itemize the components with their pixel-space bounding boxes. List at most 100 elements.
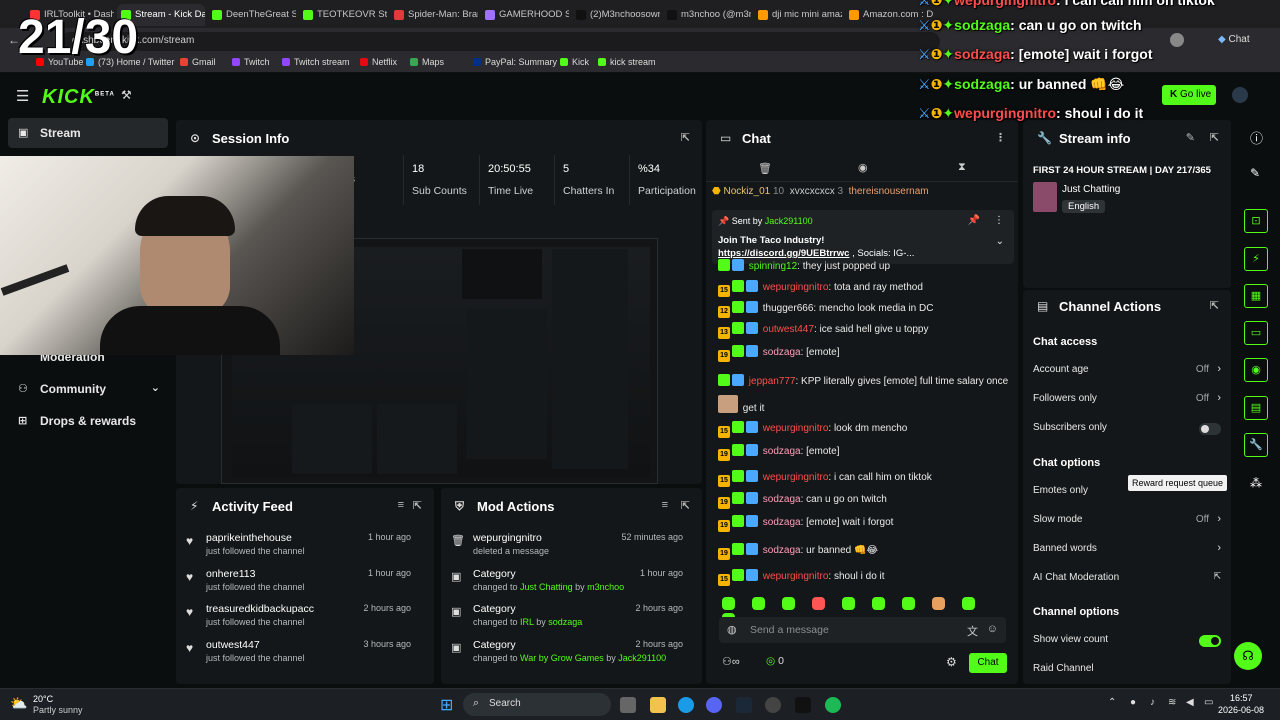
activity-item[interactable]: ♥ treasuredkidbackupacc just followed the … <box>176 603 421 639</box>
chat-message[interactable]: 15 wepurgingnitro: shoul i do it <box>718 569 1008 587</box>
chat-username[interactable]: sodzaga <box>763 545 801 556</box>
chat-message[interactable]: get it <box>718 395 1008 414</box>
taskbar-search[interactable]: ⌕ Search <box>463 693 611 716</box>
bookmark-item[interactable]: Maps <box>410 57 444 67</box>
reward-queue-icon[interactable]: ⁂ <box>1250 476 1262 490</box>
mod-action-user[interactable]: sodzaga <box>548 617 582 627</box>
chat-message[interactable]: 19 sodzaga: ur banned 👊😂 <box>718 543 1008 561</box>
menu-icon[interactable]: ☰ <box>16 87 29 105</box>
camera-icon[interactable]: ⊡ <box>1244 209 1268 233</box>
popout-icon[interactable]: ⇱ <box>1210 299 1219 312</box>
unpin-icon[interactable]: 📌 <box>968 215 980 226</box>
browser-tab[interactable]: GAMERHOOD S <box>481 4 569 26</box>
chat-users-icon[interactable]: ⚇∞ <box>722 655 740 668</box>
edit-pen-icon[interactable]: ✎ <box>1250 166 1260 180</box>
activity-user[interactable]: onhere113 <box>206 568 255 580</box>
broadcast-icon[interactable]: ◉ <box>1244 358 1268 382</box>
mod-action-item[interactable]: ▣ Category changed to War by Grow Games by… <box>441 639 693 675</box>
chat-input[interactable]: ◍ Send a message 文 ☺ <box>719 617 1006 643</box>
bookmark-item[interactable]: Twitch <box>232 57 270 67</box>
bookmark-item[interactable]: Kick <box>560 57 589 67</box>
mod-action-highlight[interactable]: IRL <box>520 617 534 627</box>
emote-icon[interactable] <box>962 597 975 610</box>
popout-icon[interactable]: ⇱ <box>413 499 422 512</box>
send-chat-button[interactable]: Chat <box>969 653 1007 673</box>
chat-message[interactable]: 19 sodzaga: can u go on twitch <box>718 492 1008 510</box>
kick-logo[interactable]: KICKBETA <box>42 86 115 109</box>
activity-item[interactable]: ♥ paprikeinthehouse just followed the chan… <box>176 532 421 568</box>
bookmark-item[interactable]: PayPal: Summary <box>473 57 557 67</box>
chat-username[interactable]: wepurgingnitro <box>763 423 829 434</box>
chat-message[interactable]: 15 wepurgingnitro: look dm mencho <box>718 421 1008 439</box>
chat-message[interactable]: 15 wepurgingnitro: i can call him on tik… <box>718 470 1008 488</box>
chat-username[interactable]: thugger666 <box>763 303 814 314</box>
monitor-icon[interactable]: ▤ <box>1244 396 1268 420</box>
chat-message[interactable]: spinning12: they just popped up <box>718 259 1008 277</box>
steam-icon[interactable] <box>736 697 752 713</box>
emoji-icon[interactable]: ☺ <box>987 623 998 635</box>
profile-avatar[interactable] <box>1170 33 1184 47</box>
weather-temp[interactable]: 20°C <box>33 694 53 704</box>
emote-icon[interactable] <box>722 597 735 610</box>
go-live-button[interactable]: K Go live <box>1162 85 1216 105</box>
edge-icon[interactable] <box>678 697 694 713</box>
capcut-icon[interactable] <box>795 697 811 713</box>
emote-icon[interactable] <box>842 597 855 610</box>
more-icon[interactable]: ⋮ <box>995 131 1006 144</box>
chevron-down-icon[interactable]: ⌄ <box>996 236 1004 247</box>
activity-item[interactable]: ♥ onhere113 just followed the channel 1 hou… <box>176 568 421 604</box>
account-age-row[interactable]: Account age Off › <box>1033 363 1223 382</box>
emote-icon[interactable] <box>782 597 795 610</box>
volume-icon[interactable]: ◀ <box>1186 697 1194 708</box>
browser-tab[interactable]: Spider-Man: Brand N <box>390 4 478 26</box>
mod-action-user[interactable]: m3nchoo <box>587 582 624 592</box>
mod-action-user[interactable]: Jack291100 <box>618 653 666 663</box>
chat-username[interactable]: wepurgingnitro <box>763 472 829 483</box>
file-explorer-icon[interactable] <box>650 697 666 713</box>
popout-icon[interactable]: ⇱ <box>1210 131 1219 144</box>
hourglass-icon[interactable]: ⧗ <box>958 161 966 174</box>
subscribers-only-toggle[interactable] <box>1199 423 1221 435</box>
chat-username[interactable]: wepurgingnitro <box>763 282 829 293</box>
battery-icon[interactable]: ▭ <box>1204 697 1213 708</box>
translate-icon[interactable]: 文 <box>967 623 978 639</box>
emote-icon[interactable] <box>872 597 885 610</box>
tray-chevron-icon[interactable]: ⌃ <box>1108 697 1116 708</box>
support-headset-icon[interactable]: ☊ <box>1234 642 1262 670</box>
task-view-icon[interactable] <box>620 697 636 713</box>
mod-action-highlight[interactable]: Just Chatting <box>520 582 573 592</box>
pinned-sender-name[interactable]: Jack291100 <box>765 216 813 226</box>
activity-item[interactable]: ♥ outwest447 just followed the channel 3 ho… <box>176 639 421 675</box>
obs-icon[interactable] <box>765 697 781 713</box>
followers-only-row[interactable]: Followers only Off › <box>1033 392 1223 411</box>
chat-username[interactable]: wepurgingnitro <box>763 571 829 582</box>
emote-icon[interactable] <box>902 597 915 610</box>
sidebar-item-stream[interactable]: ▣ Stream <box>8 118 168 148</box>
edit-icon[interactable]: ✎ <box>1186 131 1195 144</box>
wifi-icon[interactable]: ≋ <box>1168 697 1176 708</box>
show-view-count-toggle[interactable] <box>1199 635 1221 647</box>
ai-moderation-row[interactable]: AI Chat Moderation ⇱ <box>1033 571 1223 590</box>
chat-username[interactable]: sodzaga <box>763 517 801 528</box>
slow-mode-row[interactable]: Slow mode Off › <box>1033 513 1223 532</box>
browser-tab[interactable]: DeenTheGreat Strea <box>208 4 296 26</box>
browser-tab[interactable]: dji mic mini amazon <box>754 4 842 26</box>
chat-username[interactable]: spinning12 <box>749 261 797 272</box>
chat-username[interactable]: sodzaga <box>763 347 801 358</box>
windows-start-icon[interactable]: ⊞ <box>440 695 453 715</box>
filter-icon[interactable]: ≡ <box>662 499 668 511</box>
top-user-name[interactable]: Nockiz_01 <box>724 186 771 197</box>
chat-username[interactable]: sodzaga <box>763 446 801 457</box>
emote-icon[interactable] <box>752 597 765 610</box>
address-bar[interactable]: dashboard.kick.com/stream <box>60 32 940 51</box>
clock-time[interactable]: 16:57 <box>1230 693 1253 703</box>
message-icon[interactable]: ◉ <box>858 161 868 174</box>
bookmark-item[interactable]: Netflix <box>360 57 397 67</box>
copilot-chat-button[interactable]: ◆ Chat <box>1218 34 1250 45</box>
mod-action-item[interactable]: 🗑 wepurgingnitro deleted a message 52 minut… <box>441 532 693 568</box>
mic-icon[interactable]: ♪ <box>1150 697 1155 708</box>
category-name[interactable]: Just Chatting <box>1062 184 1120 195</box>
browser-tab[interactable]: (2)M3nchoosowner <box>572 4 660 26</box>
chat-message[interactable]: 12 thugger666: mencho look media in DC <box>718 301 1008 319</box>
chat-username[interactable]: jeppan777 <box>749 376 796 387</box>
